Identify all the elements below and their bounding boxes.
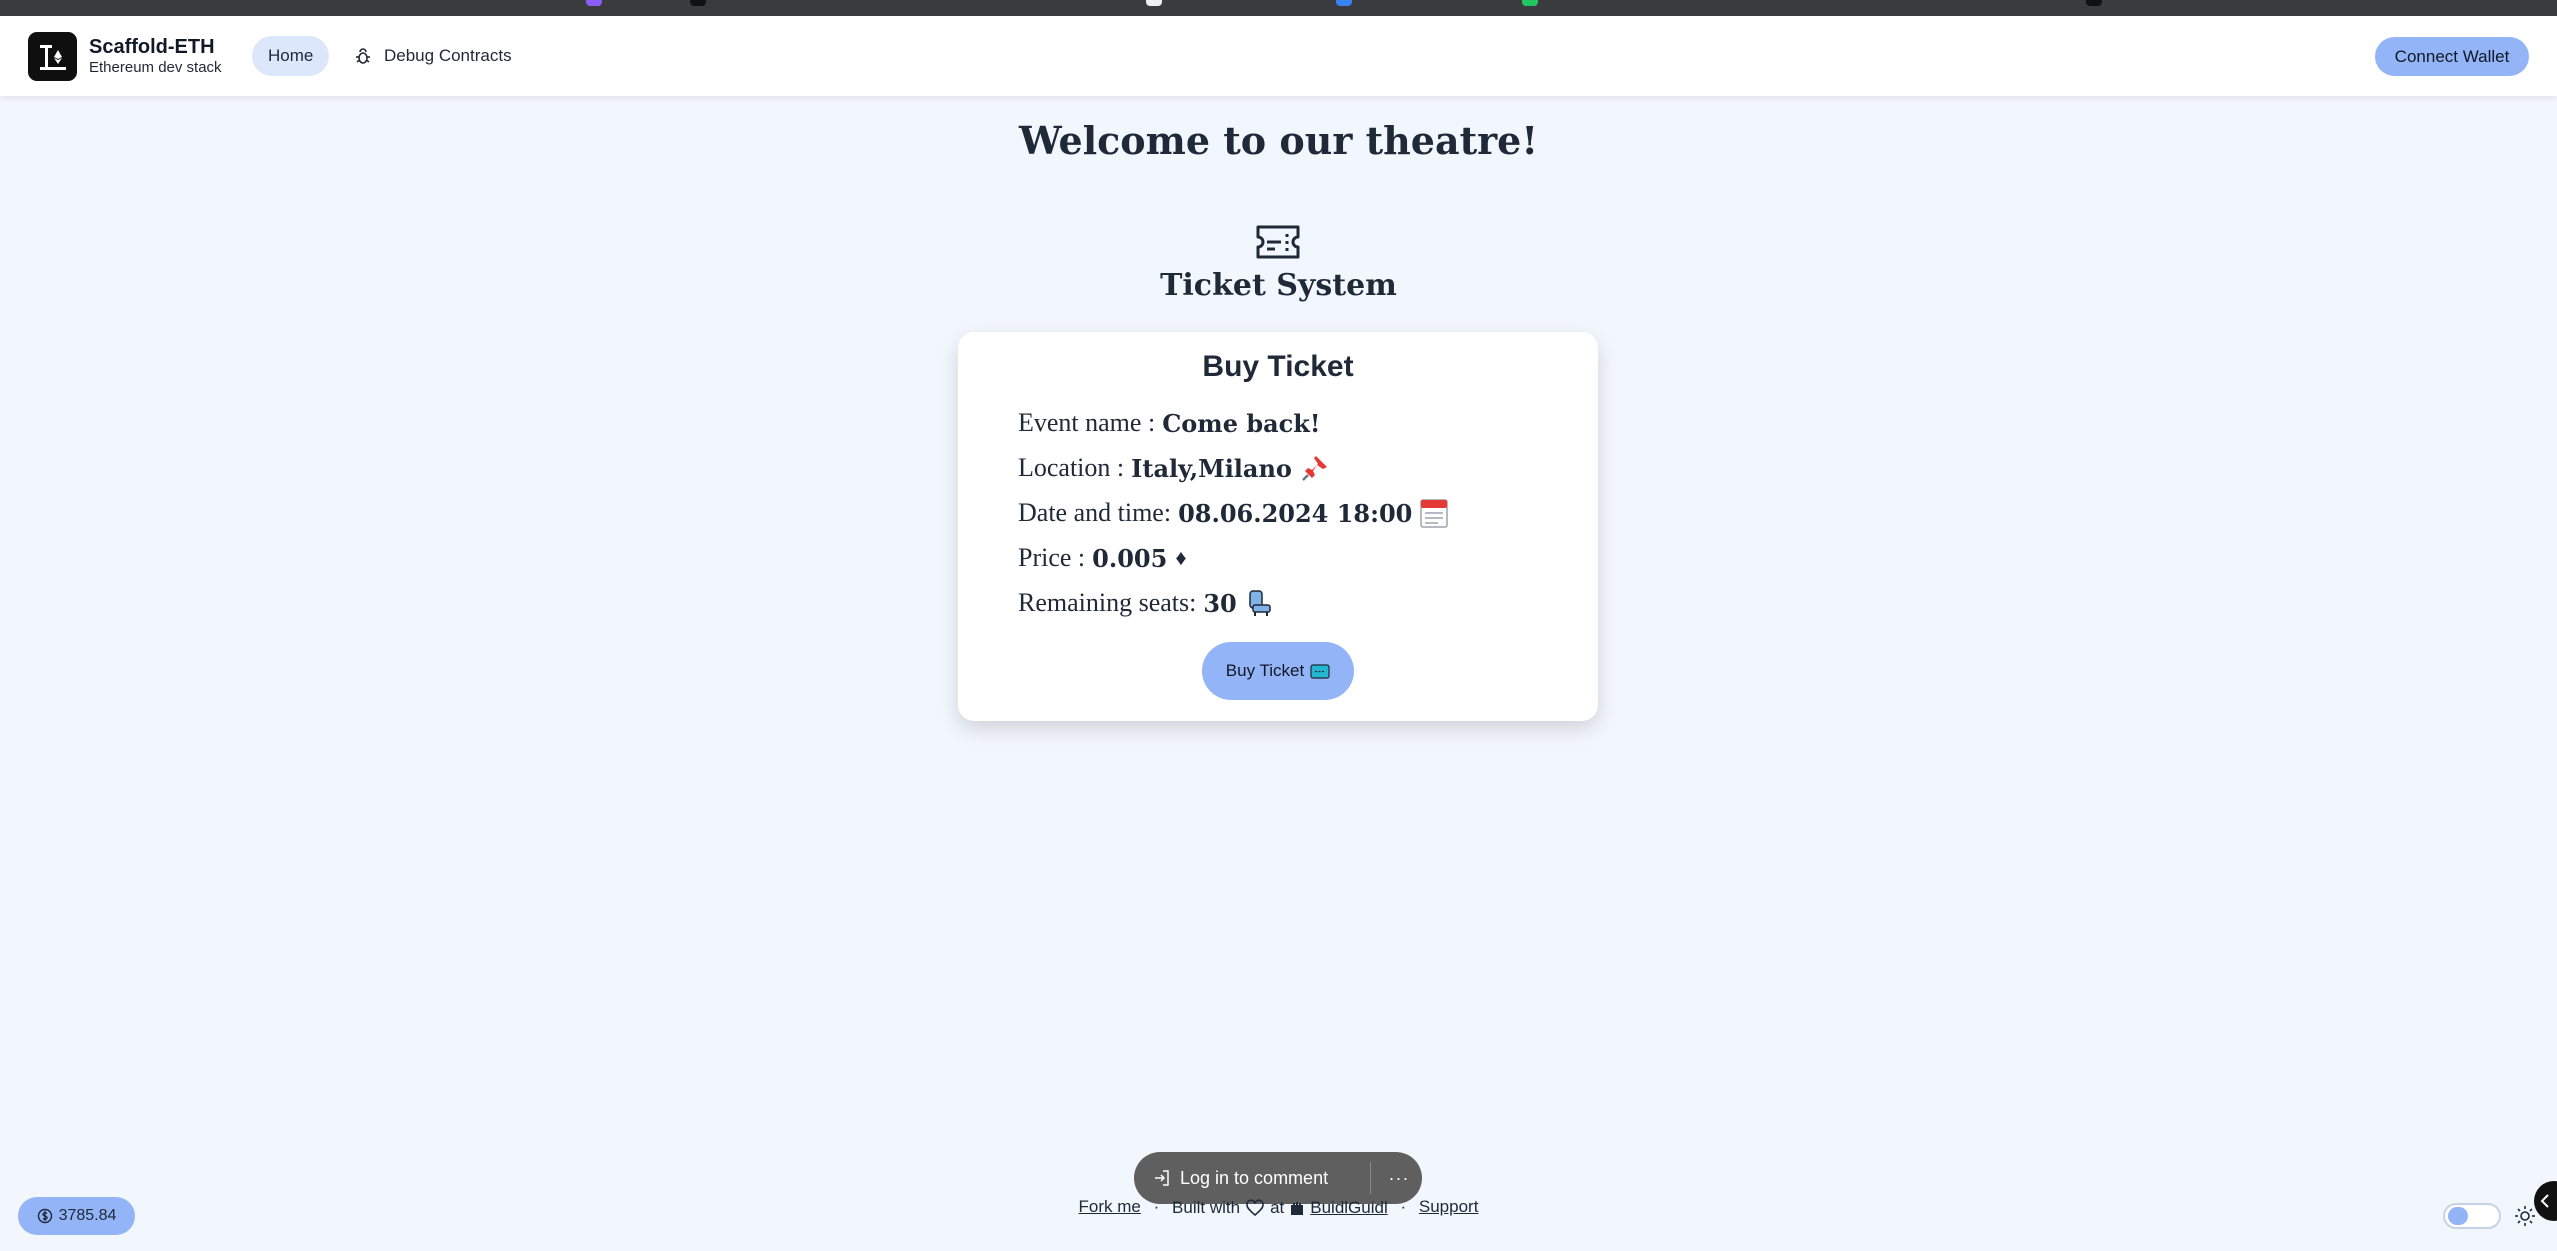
brand-title: Scaffold-ETH — [89, 36, 215, 58]
ticket-icon — [1255, 224, 1301, 265]
support-link[interactable]: Support — [1419, 1197, 1479, 1216]
buidlguidl-link[interactable]: BuidlGuidl — [1310, 1198, 1388, 1218]
toggle-knob — [2448, 1207, 2468, 1225]
card-title: Buy Ticket — [1202, 350, 1354, 383]
remaining-seats-row: Remaining seats: 30 — [1018, 588, 1275, 618]
brand-subtitle: Ethereum dev stack — [89, 59, 222, 76]
heart-icon — [1246, 1198, 1264, 1216]
price-row: Price : 0.005 ♦ — [1018, 543, 1187, 573]
event-label: Event name : — [1018, 408, 1156, 437]
buidlguidl-castle-icon — [1291, 1201, 1304, 1215]
location-value: Italy,Milano — [1131, 453, 1292, 483]
floating-action-button[interactable] — [2534, 1181, 2557, 1221]
at-label: at — [1270, 1197, 1285, 1217]
built-with-text: Built with at BuidlGuidl — [1172, 1198, 1388, 1218]
buy-ticket-card: Buy Ticket Event name : Come back! Locat… — [958, 332, 1598, 721]
login-label: Log in to comment — [1180, 1167, 1329, 1188]
theme-toggle[interactable] — [2443, 1203, 2501, 1229]
connect-wallet-button[interactable]: Connect Wallet — [2375, 37, 2529, 76]
built-with-label: Built with — [1172, 1197, 1241, 1217]
nav-debug-contracts[interactable]: Debug Contracts — [354, 36, 512, 76]
fork-me-link[interactable]: Fork me — [1079, 1197, 1141, 1216]
comment-divider — [1370, 1162, 1371, 1194]
chevron-left-icon — [2540, 1194, 2549, 1208]
event-name-row: Event name : Come back! — [1018, 408, 1320, 438]
sun-icon — [2514, 1205, 2536, 1232]
footer: Fork me · Built with at BuidlGuidl · Sup… — [0, 1197, 2557, 1218]
seats-label: Remaining seats: — [1018, 588, 1197, 617]
pushpin-icon — [1300, 453, 1330, 483]
datetime-row: Date and time: 08.06.2024 18:00 — [1018, 498, 1449, 528]
ticket-small-icon — [1310, 663, 1330, 679]
page-title: Welcome to our theatre! — [1018, 118, 1539, 163]
seat-icon — [1245, 588, 1275, 618]
navbar: Scaffold-ETH Ethereum dev stack Home Deb… — [0, 16, 2557, 96]
footer-separator: · — [1153, 1197, 1160, 1216]
eth-diamond-icon: ♦ — [1175, 545, 1187, 570]
buy-ticket-button[interactable]: Buy Ticket — [1202, 642, 1354, 700]
datetime-value: 08.06.2024 18:00 — [1178, 498, 1413, 528]
section-title: Ticket System — [1160, 268, 1397, 303]
bug-icon — [356, 48, 370, 64]
browser-top-strip — [0, 0, 2557, 16]
buy-ticket-label: Buy Ticket — [1225, 661, 1305, 680]
calendar-icon — [1420, 498, 1449, 528]
price-value: 0.005 — [1092, 543, 1168, 573]
nav-debug-label: Debug Contracts — [384, 46, 512, 65]
nav-home[interactable]: Home — [252, 36, 330, 76]
brand[interactable]: Scaffold-ETH Ethereum dev stack — [28, 32, 222, 81]
login-icon — [1155, 1170, 1169, 1186]
price-label: Price : — [1018, 543, 1086, 572]
location-label: Location : — [1018, 453, 1125, 482]
event-value: Come back! — [1162, 408, 1321, 438]
scaffold-logo-icon — [28, 32, 77, 81]
datetime-label: Date and time: — [1018, 498, 1172, 527]
location-row: Location : Italy,Milano — [1018, 453, 1330, 483]
footer-separator: · — [1400, 1197, 1407, 1216]
seats-value: 30 — [1203, 588, 1237, 618]
